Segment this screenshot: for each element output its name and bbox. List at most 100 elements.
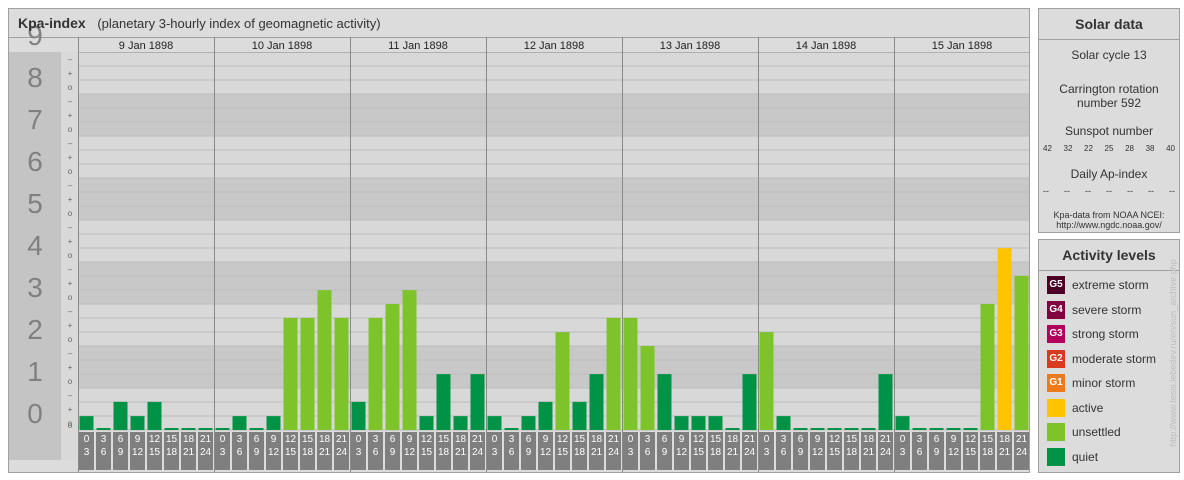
kp-bar (504, 428, 519, 430)
y-tick-label: 0 (27, 398, 43, 429)
kp-bar (963, 428, 978, 430)
minor-tick-label: o (68, 335, 73, 344)
minor-tick-label: o (68, 209, 73, 218)
interval-start-label: 9 (135, 434, 141, 445)
interval-end-label: 3 (220, 447, 226, 458)
kp-bar (912, 428, 927, 430)
kp-bar (929, 428, 944, 430)
interval-end-label: 9 (390, 447, 396, 458)
y-tick-label: 2 (27, 314, 43, 345)
minor-tick-label: – (68, 181, 73, 190)
kp-bar (725, 428, 740, 430)
kp-bar (606, 317, 621, 430)
minor-tick-label: + (68, 405, 73, 414)
interval-end-label: 15 (421, 447, 433, 458)
minor-tick-label: o (68, 125, 73, 134)
sunspot-value: 28 (1125, 144, 1134, 153)
interval-start-label: 9 (543, 434, 549, 445)
level-band (78, 136, 1029, 178)
level-band (78, 178, 1029, 220)
kp-bar (691, 416, 706, 430)
interval-end-label: 12 (268, 447, 280, 458)
kp-bar (980, 304, 995, 430)
interval-end-label: 24 (200, 447, 212, 458)
interval-start-label: 21 (1016, 434, 1028, 445)
kp-bar (96, 428, 111, 430)
interval-end-label: 15 (829, 447, 841, 458)
interval-start-label: 6 (118, 434, 124, 445)
interval-end-label: 24 (336, 447, 348, 458)
interval-end-label: 6 (781, 447, 787, 458)
kp-bar (759, 332, 774, 430)
interval-start-label: 15 (710, 434, 722, 445)
legend-item: G3 strong storm (1047, 325, 1177, 345)
interval-end-label: 9 (662, 447, 668, 458)
kp-bar (249, 428, 264, 430)
interval-end-label: 9 (254, 447, 260, 458)
y-tick-label: 8 (27, 62, 43, 93)
interval-start-label: 21 (200, 434, 212, 445)
interval-end-label: 6 (237, 447, 243, 458)
minor-tick-label: + (68, 195, 73, 204)
kp-bar (810, 428, 825, 430)
interval-end-label: 12 (676, 447, 688, 458)
solar-data-panel: Solar data Solar cycle 13 Carrington rot… (1038, 8, 1180, 233)
y-tick-label: 7 (27, 104, 43, 135)
minor-tick-label: o (68, 293, 73, 302)
kp-bar (130, 416, 145, 430)
minor-tick-label: – (68, 391, 73, 400)
legend-swatch (1047, 423, 1065, 441)
minor-tick-label: o (68, 167, 73, 176)
interval-end-label: 3 (900, 447, 906, 458)
legend-item: G5 extreme storm (1047, 276, 1177, 296)
kp-bar (351, 401, 366, 430)
kp-bar (113, 401, 128, 430)
interval-start-label: 3 (101, 434, 107, 445)
interval-start-label: 12 (829, 434, 841, 445)
data-source-link[interactable]: http://www.ngdc.noaa.gov/ (1039, 220, 1179, 230)
interval-start-label: 3 (509, 434, 515, 445)
level-band (78, 262, 1029, 304)
kp-bar (623, 317, 638, 430)
day-label: 15 Jan 1898 (932, 40, 993, 52)
interval-start-label: 15 (438, 434, 450, 445)
sunspot-value: 38 (1145, 144, 1155, 153)
interval-start-label: 18 (183, 434, 195, 445)
interval-start-label: 18 (455, 434, 467, 445)
interval-start-label: 15 (574, 434, 586, 445)
kp-bar (181, 428, 196, 430)
kp-bar (793, 428, 808, 430)
y-tick-label: 1 (27, 356, 43, 387)
interval-end-label: 24 (1016, 447, 1028, 458)
interval-start-label: 21 (880, 434, 892, 445)
kp-bar (521, 416, 536, 430)
minor-tick-label: + (68, 111, 73, 120)
legend-label: extreme storm (1072, 278, 1149, 292)
kp-bar (946, 428, 961, 430)
kp-bar (334, 317, 349, 430)
minor-tick-label: o (68, 377, 73, 386)
ap-value: -- (1169, 186, 1175, 196)
kp-bar (402, 290, 417, 430)
interval-start-label: 12 (965, 434, 977, 445)
interval-end-label: 9 (798, 447, 804, 458)
interval-end-label: 21 (591, 447, 603, 458)
sunspot-label: Sunspot number (1064, 124, 1154, 138)
kp-bar (266, 416, 281, 430)
legend-swatch (1047, 447, 1065, 466)
interval-start-label: 6 (390, 434, 396, 445)
legend-item: active (1047, 398, 1177, 419)
interval-end-label: 21 (319, 447, 331, 458)
kp-bar (215, 428, 230, 430)
interval-end-label: 24 (880, 447, 892, 458)
ap-value: -- (1106, 186, 1112, 196)
sunspot-value: 42 (1043, 144, 1052, 153)
website-watermark: http://www.tesis.lebedev.ru/en/sun_archi… (1166, 238, 1180, 468)
minor-tick-label: – (68, 307, 73, 316)
kp-bar (436, 374, 451, 430)
level-band (78, 52, 1029, 94)
kp-bar (368, 317, 383, 430)
interval-end-label: 12 (948, 447, 960, 458)
kp-bar (300, 317, 315, 430)
minor-tick-label: – (68, 265, 73, 274)
